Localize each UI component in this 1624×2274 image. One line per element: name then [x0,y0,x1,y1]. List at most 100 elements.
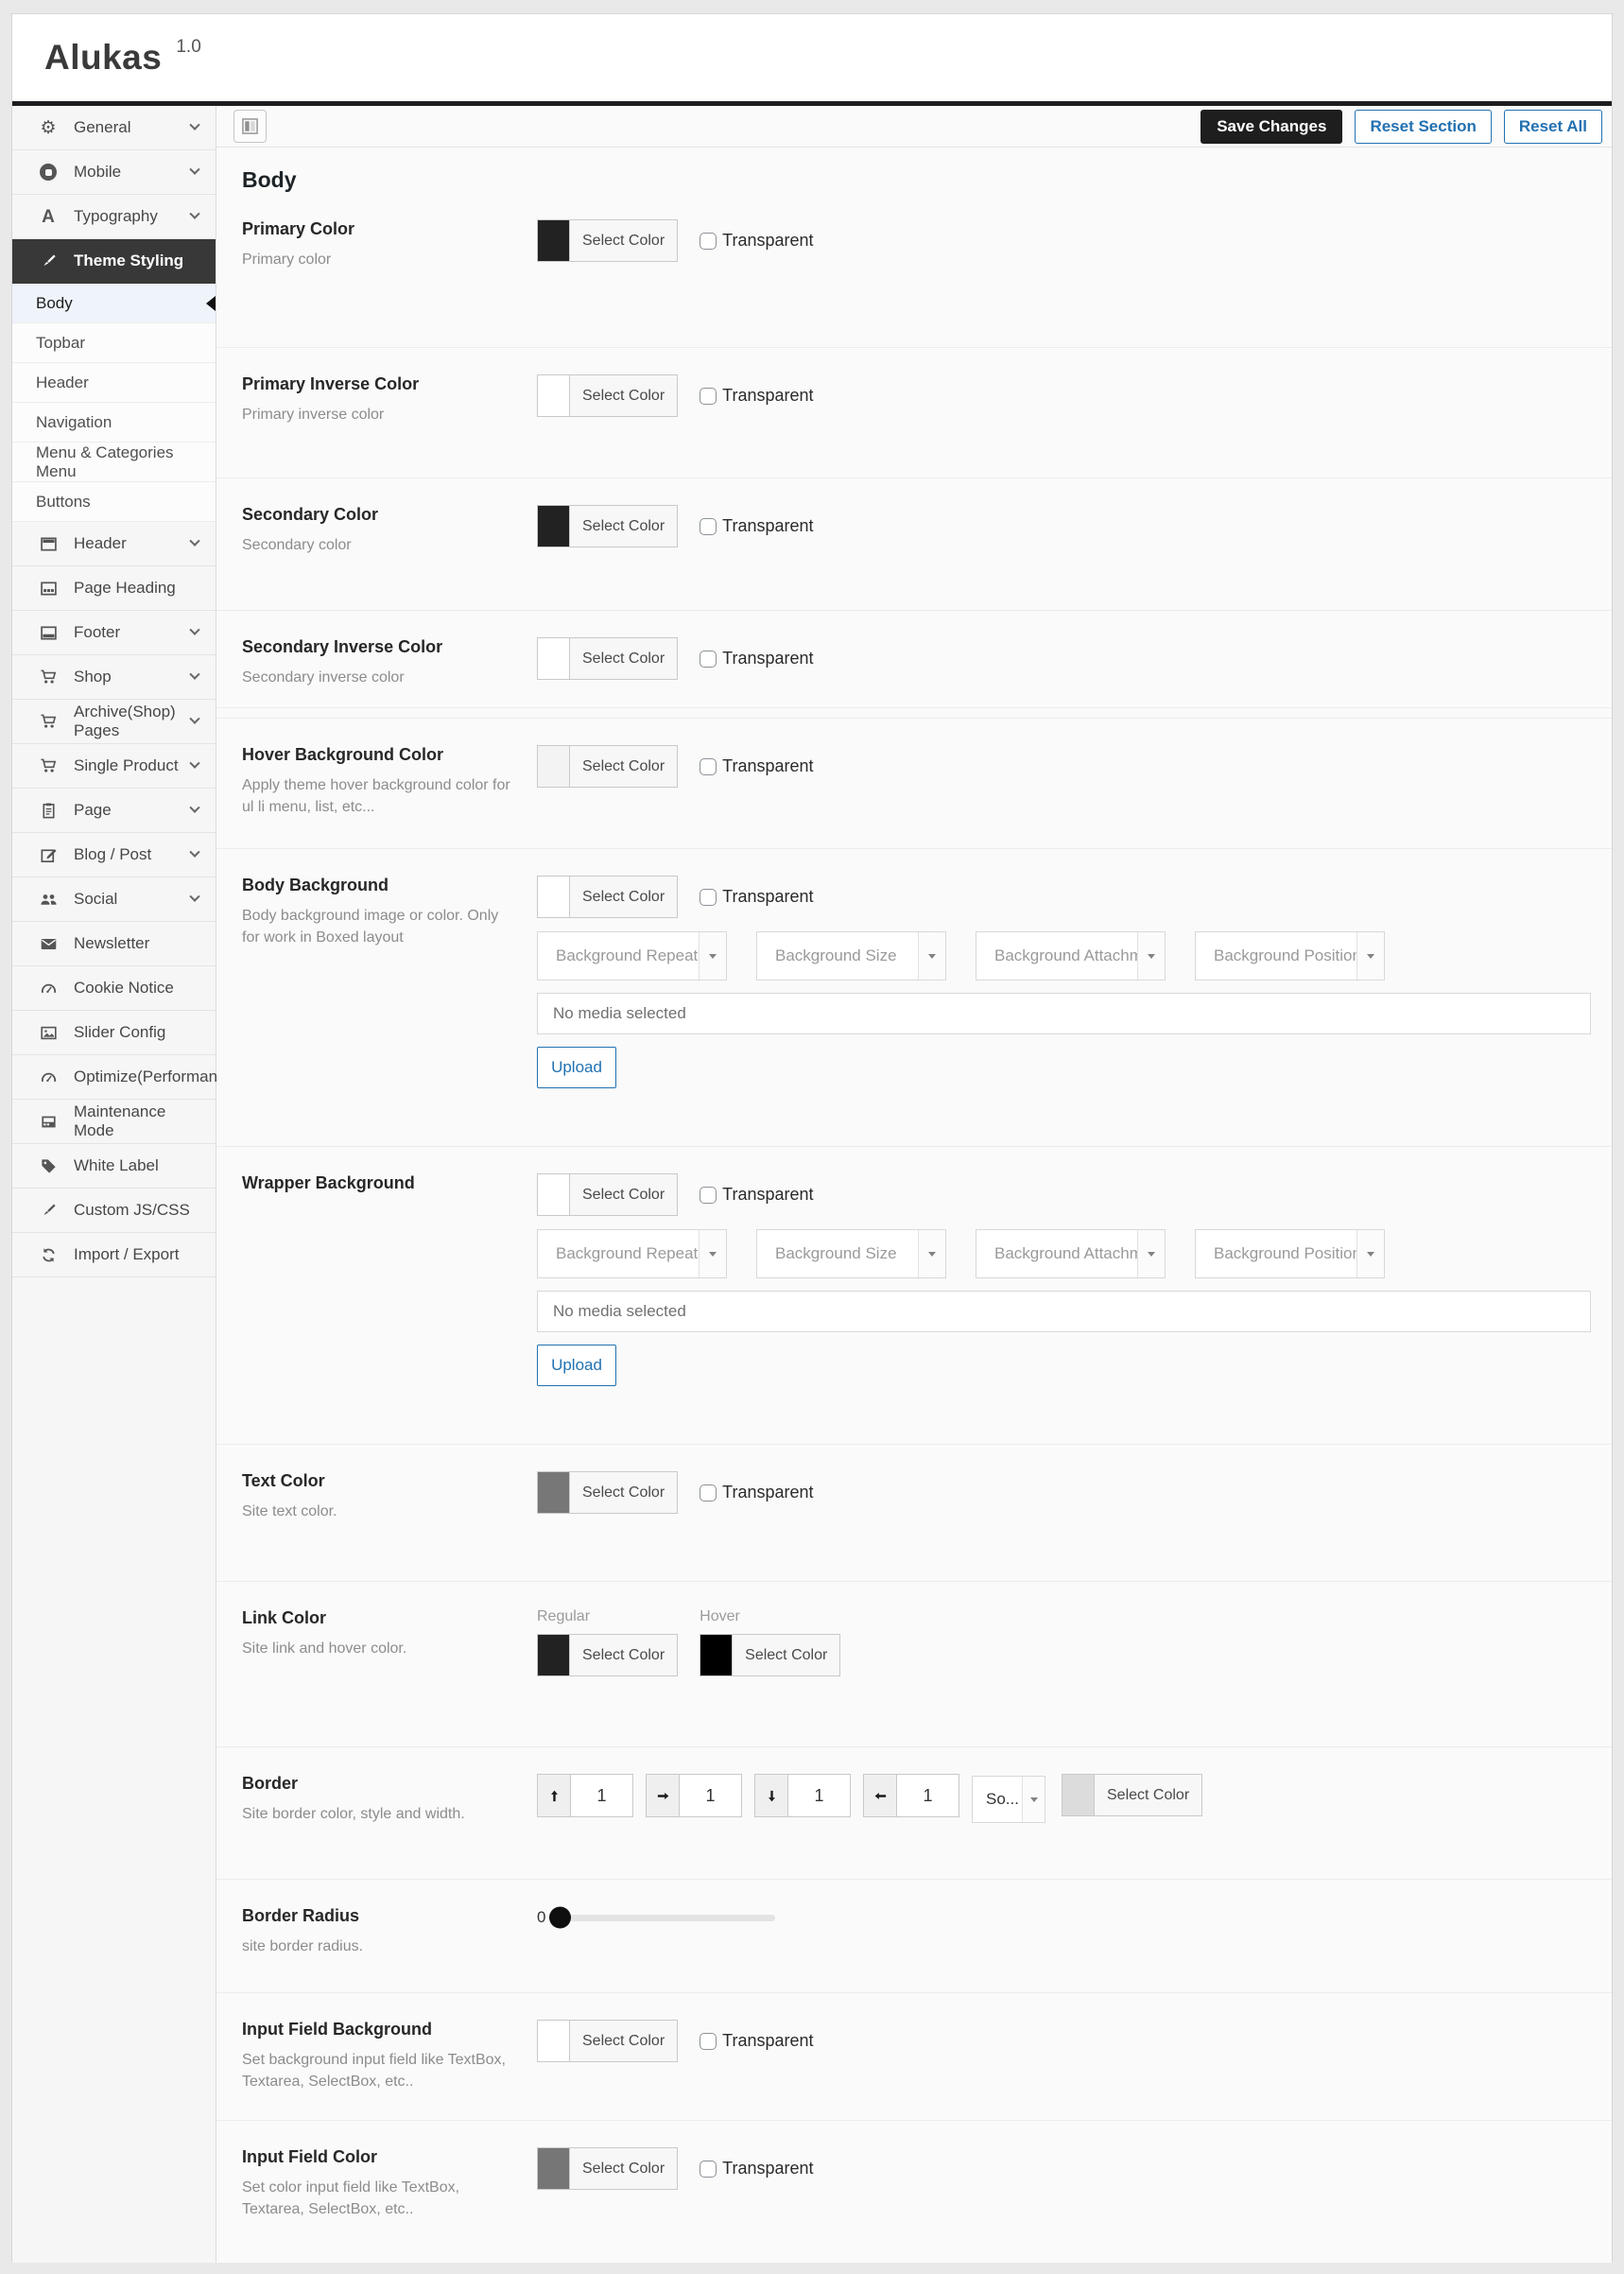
layout-toggle-button[interactable] [233,110,267,143]
sidebar-item-maintenance-mode[interactable]: Maintenance Mode [12,1100,216,1144]
media-input[interactable] [537,1291,1591,1332]
sidebar-item-label: Page [74,801,112,820]
dropdown-value: Background Size [757,932,918,980]
input-field-color-select-color-button[interactable]: Select Color [537,2147,678,2190]
sidebar-item-social[interactable]: Social [12,877,216,922]
transparent-label: Transparent [722,1185,813,1205]
sidebar-subitem-body[interactable]: Body [12,284,216,323]
sidebar-item-theme-styling[interactable]: Theme Styling [12,239,216,284]
slider-value: 0 [537,1908,545,1927]
reset-all-button[interactable]: Reset All [1504,110,1602,144]
body-background-select-color-button[interactable]: Select Color [537,876,678,918]
sidebar-subitem-menu-categories-menu[interactable]: Menu & Categories Menu [12,443,216,482]
transparent-option[interactable]: Transparent [700,374,813,417]
border-style-select[interactable]: So... [972,1776,1045,1823]
transparent-checkbox[interactable] [700,2161,717,2178]
secondary-color-select-color-button[interactable]: Select Color [537,505,678,547]
background-background-repeat-select[interactable]: Background Repeat [537,931,727,981]
reset-section-button[interactable]: Reset Section [1355,110,1491,144]
dropdown-arrow-icon [699,1230,726,1277]
border-top-width-input[interactable]: 1 [571,1774,633,1817]
border-left-width-control: 1 [863,1774,959,1817]
background-background-attachm-select[interactable]: Background Attachm... [976,1229,1166,1278]
background-background-position-select[interactable]: Background Position [1195,931,1385,981]
sidebar-subitem-navigation[interactable]: Navigation [12,403,216,443]
transparent-option[interactable]: Transparent [700,2020,813,2062]
setting-label-group: Link ColorSite link and hover color. [242,1608,537,1727]
background-background-repeat-select[interactable]: Background Repeat [537,1229,727,1278]
transparent-option[interactable]: Transparent [700,1471,813,1514]
upload-button[interactable]: Upload [537,1345,616,1386]
transparent-checkbox[interactable] [700,2033,717,2050]
sidebar-item-archive-shop-pages[interactable]: Archive(Shop) Pages [12,700,216,744]
sidebar-item-cookie-notice[interactable]: Cookie Notice [12,966,216,1011]
sidebar-item-slider-config[interactable]: Slider Config [12,1011,216,1055]
setting-description: Site link and hover color. [242,1638,518,1659]
transparent-option[interactable]: Transparent [700,219,813,262]
sidebar-item-footer[interactable]: Footer [12,611,216,655]
sidebar-item-mobile[interactable]: Mobile [12,150,216,195]
secondary-inverse-color-select-color-button[interactable]: Select Color [537,637,678,680]
background-background-size-select[interactable]: Background Size [756,931,946,981]
hover-background-color-select-color-button[interactable]: Select Color [537,745,678,788]
settings-row-hover-background-color: Hover Background ColorApply theme hover … [216,719,1612,849]
setting-label-group: Secondary ColorSecondary color [242,505,537,591]
transparent-checkbox[interactable] [700,889,717,906]
setting-title: Primary Color [242,219,518,239]
sidebar-subitem-topbar[interactable]: Topbar [12,323,216,363]
transparent-checkbox[interactable] [700,1484,717,1502]
transparent-checkbox[interactable] [700,388,717,405]
sidebar-item-page-heading[interactable]: Page Heading [12,566,216,611]
sidebar-item-optimize-performance[interactable]: Optimize(Performance) [12,1055,216,1100]
sidebar-item-general[interactable]: ⚙General [12,106,216,150]
transparent-option[interactable]: Transparent [700,637,813,680]
border-radius-slider[interactable] [552,1915,775,1921]
transparent-checkbox[interactable] [700,758,717,775]
regular-select-color-button[interactable]: Select Color [537,1634,678,1676]
sidebar-item-import-export[interactable]: Import / Export [12,1233,216,1277]
transparent-option[interactable]: Transparent [700,876,813,918]
sidebar-subitem-buttons[interactable]: Buttons [12,482,216,522]
sidebar-item-header[interactable]: Header [12,522,216,566]
sidebar-item-blog-post[interactable]: Blog / Post [12,833,216,877]
input-field-background-select-color-button[interactable]: Select Color [537,2020,678,2062]
background-background-size-select[interactable]: Background Size [756,1229,946,1278]
dropdown-arrow-icon [918,1230,945,1277]
sidebar-item-single-product[interactable]: Single Product [12,744,216,789]
border-select-color-button[interactable]: Select Color [1062,1774,1202,1816]
background-background-position-select[interactable]: Background Position [1195,1229,1385,1278]
transparent-checkbox[interactable] [700,1187,717,1204]
sidebar-subitem-header[interactable]: Header [12,363,216,403]
transparent-checkbox[interactable] [700,518,717,535]
sidebar-item-newsletter[interactable]: Newsletter [12,922,216,966]
border-left-width-input[interactable]: 1 [897,1774,959,1817]
dropdown-arrow-icon [1137,1230,1165,1277]
border-right-width-input[interactable]: 1 [680,1774,742,1817]
upload-button[interactable]: Upload [537,1047,616,1088]
primary-color-select-color-button[interactable]: Select Color [537,219,678,262]
background-background-attachm-select[interactable]: Background Attachm... [976,931,1166,981]
transparent-checkbox[interactable] [700,651,717,668]
transparent-option[interactable]: Transparent [700,505,813,547]
color-swatch [538,375,570,416]
sidebar-item-white-label[interactable]: White Label [12,1144,216,1189]
text-color-select-color-button[interactable]: Select Color [537,1471,678,1514]
border-bottom-width-input[interactable]: 1 [788,1774,851,1817]
sidebar-item-typography[interactable]: ATypography [12,195,216,239]
transparent-checkbox[interactable] [700,233,717,250]
transparent-option[interactable]: Transparent [700,2147,813,2190]
sidebar-item-shop[interactable]: Shop [12,655,216,700]
border-top-width-control: 1 [537,1774,633,1817]
transparent-option[interactable]: Transparent [700,1173,813,1216]
slider-handle[interactable] [549,1907,571,1929]
select-color-label: Select Color [570,1472,677,1513]
hover-select-color-button[interactable]: Select Color [700,1634,840,1676]
primary-inverse-color-select-color-button[interactable]: Select Color [537,374,678,417]
chevron-down-icon [189,209,199,219]
wrapper-background-select-color-button[interactable]: Select Color [537,1173,678,1216]
transparent-option[interactable]: Transparent [700,745,813,788]
sidebar-item-page[interactable]: Page [12,789,216,833]
media-input[interactable] [537,993,1591,1034]
save-changes-button[interactable]: Save Changes [1201,110,1342,144]
sidebar-item-custom-js-css[interactable]: Custom JS/CSS [12,1189,216,1233]
